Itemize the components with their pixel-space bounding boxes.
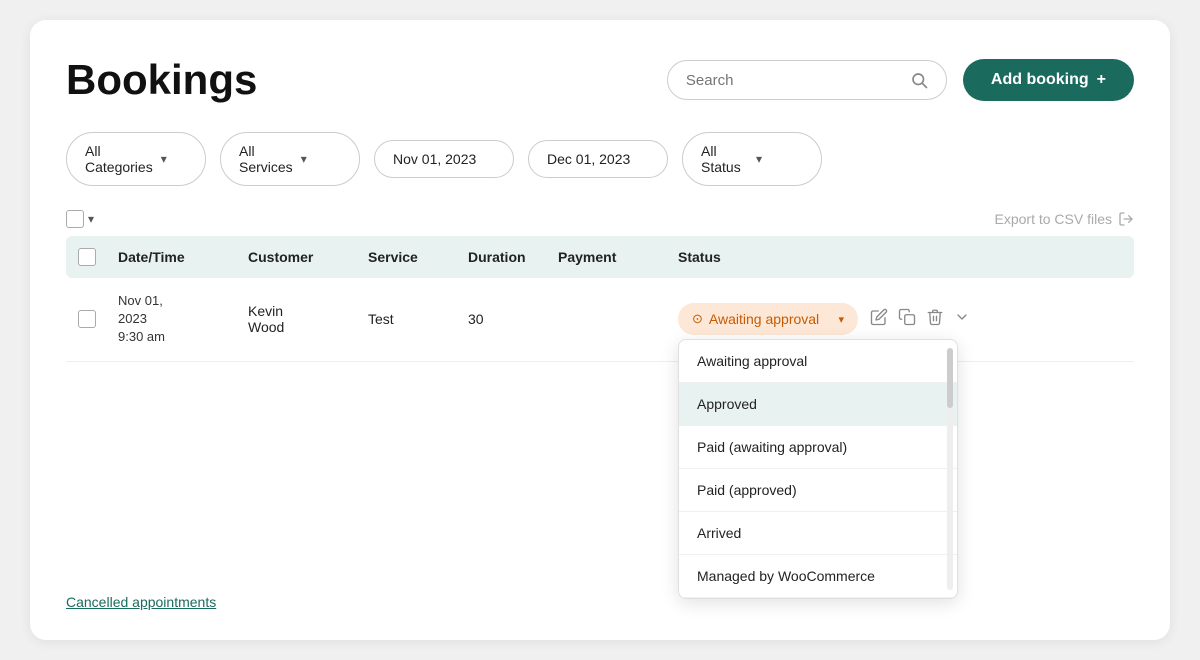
status-dropdown-menu: Awaiting approval Approved Paid (awaitin…: [678, 339, 958, 599]
filters-row: All Categories ▾ All Services ▾ Nov 01, …: [66, 132, 1134, 186]
edit-icon[interactable]: [870, 308, 888, 331]
row-datetime: Nov 01,20239:30 am: [118, 292, 248, 347]
row-checkbox-cell: [78, 310, 118, 328]
clock-icon: ⊙: [692, 311, 703, 327]
bookings-card: Bookings Add booking + All Categories ▾ …: [30, 20, 1170, 640]
search-input[interactable]: [686, 72, 902, 89]
filter-all-categories[interactable]: All Categories ▾: [66, 132, 206, 186]
select-all-area[interactable]: ▾: [66, 210, 94, 228]
col-datetime: Date/Time: [118, 249, 248, 265]
chevron-down-icon: ▾: [756, 152, 803, 166]
bottom-link-area: Cancelled appointments: [66, 594, 216, 612]
toolbar-row: ▾ Export to CSV files: [66, 210, 1134, 228]
search-box[interactable]: [667, 60, 947, 100]
filter-all-status[interactable]: All Status ▾: [682, 132, 822, 186]
header-right: Add booking +: [667, 59, 1134, 101]
dropdown-option-paid-awaiting[interactable]: Paid (awaiting approval): [679, 426, 957, 469]
dropdown-option-paid-approved[interactable]: Paid (approved): [679, 469, 957, 512]
select-all-checkbox[interactable]: [66, 210, 84, 228]
col-payment: Payment: [558, 249, 678, 265]
chevron-down-icon: ▾: [161, 152, 187, 166]
filter-date-from[interactable]: Nov 01, 2023: [374, 140, 514, 178]
table-header: Date/Time Customer Service Duration Paym…: [66, 236, 1134, 278]
col-service: Service: [368, 249, 468, 265]
row-service: Test: [368, 311, 468, 327]
row-status-cell: ⊙ Awaiting approval ▾ Awaiting approval …: [678, 303, 1122, 335]
col-customer: Customer: [248, 249, 368, 265]
copy-icon[interactable]: [898, 308, 916, 331]
filter-date-to[interactable]: Dec 01, 2023: [528, 140, 668, 178]
row-duration: 30: [468, 311, 558, 327]
scrollbar-track: [947, 348, 953, 590]
export-icon: [1118, 211, 1134, 227]
dropdown-option-arrived[interactable]: Arrived: [679, 512, 957, 555]
cancelled-appointments-link[interactable]: Cancelled appointments: [66, 594, 216, 610]
status-button[interactable]: ⊙ Awaiting approval ▾: [678, 303, 858, 335]
row-customer: KevinWood: [248, 303, 368, 335]
dropdown-option-awaiting-approval[interactable]: Awaiting approval: [679, 340, 957, 383]
filter-all-services[interactable]: All Services ▾: [220, 132, 360, 186]
scrollbar-thumb: [947, 348, 953, 408]
chevron-down-icon: ▾: [301, 152, 341, 166]
export-csv-button[interactable]: Export to CSV files: [995, 211, 1135, 227]
bookings-table: Date/Time Customer Service Duration Paym…: [66, 236, 1134, 362]
header-row: Bookings Add booking +: [66, 56, 1134, 104]
row-actions: [870, 308, 970, 331]
add-booking-button[interactable]: Add booking +: [963, 59, 1134, 101]
delete-icon[interactable]: [926, 308, 944, 331]
row-checkbox[interactable]: [78, 310, 96, 328]
select-chevron-icon[interactable]: ▾: [88, 212, 94, 226]
col-duration: Duration: [468, 249, 558, 265]
table-row: Nov 01,20239:30 am KevinWood Test 30 ⊙ A…: [66, 278, 1134, 362]
header-select-all-checkbox[interactable]: [78, 248, 96, 266]
dropdown-option-approved[interactable]: Approved: [679, 383, 957, 426]
page-title: Bookings: [66, 56, 257, 104]
dropdown-option-woocommerce[interactable]: Managed by WooCommerce: [679, 555, 957, 598]
table-header-checkbox-cell: [78, 248, 118, 266]
expand-icon[interactable]: [954, 309, 970, 330]
status-dropdown[interactable]: ⊙ Awaiting approval ▾ Awaiting approval …: [678, 303, 858, 335]
col-status: Status: [678, 249, 1122, 265]
status-chevron-icon: ▾: [838, 313, 844, 326]
search-icon: [910, 71, 928, 89]
